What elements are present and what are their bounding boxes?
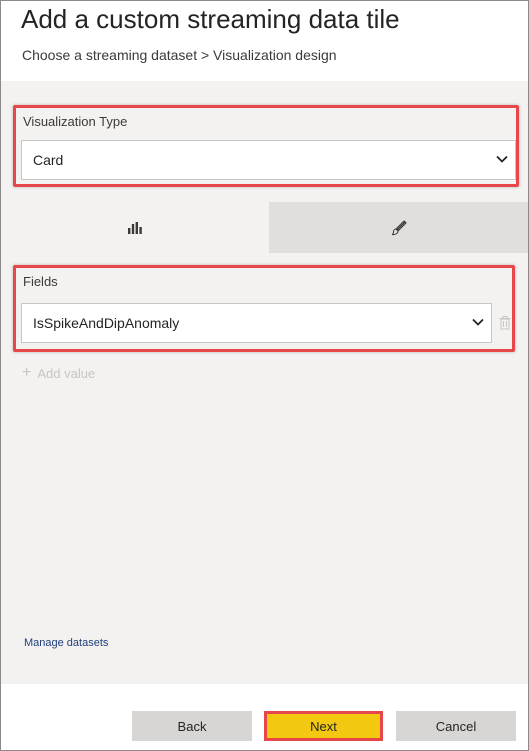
add-value-button[interactable]: + Add value xyxy=(22,364,95,382)
tab-format[interactable] xyxy=(269,202,528,253)
visualization-type-label: Visualization Type xyxy=(23,114,128,129)
chevron-down-icon xyxy=(496,155,508,163)
visualization-type-value: Card xyxy=(33,152,64,168)
visualization-type-select[interactable]: Card xyxy=(21,140,516,180)
back-button[interactable]: Back xyxy=(132,711,252,741)
trash-icon[interactable] xyxy=(498,315,512,331)
chevron-down-icon xyxy=(472,318,484,326)
breadcrumb: Choose a streaming dataset > Visualizati… xyxy=(22,47,337,63)
manage-datasets-link[interactable]: Manage datasets xyxy=(24,637,108,649)
dialog-title: Add a custom streaming data tile xyxy=(21,4,400,34)
design-tabs xyxy=(1,202,528,253)
paintbrush-icon xyxy=(391,219,407,235)
cancel-button[interactable]: Cancel xyxy=(396,711,516,741)
fields-label: Fields xyxy=(23,274,58,289)
plus-icon: + xyxy=(22,364,32,381)
dialog-frame: Add a custom streaming data tile Choose … xyxy=(0,0,529,751)
tab-fields[interactable] xyxy=(1,202,269,253)
add-value-label: Add value xyxy=(37,365,96,381)
fields-select[interactable]: IsSpikeAndDipAnomaly xyxy=(21,303,492,343)
fields-value: IsSpikeAndDipAnomaly xyxy=(33,315,180,331)
next-button[interactable]: Next xyxy=(264,711,383,741)
bar-chart-icon xyxy=(128,221,142,234)
